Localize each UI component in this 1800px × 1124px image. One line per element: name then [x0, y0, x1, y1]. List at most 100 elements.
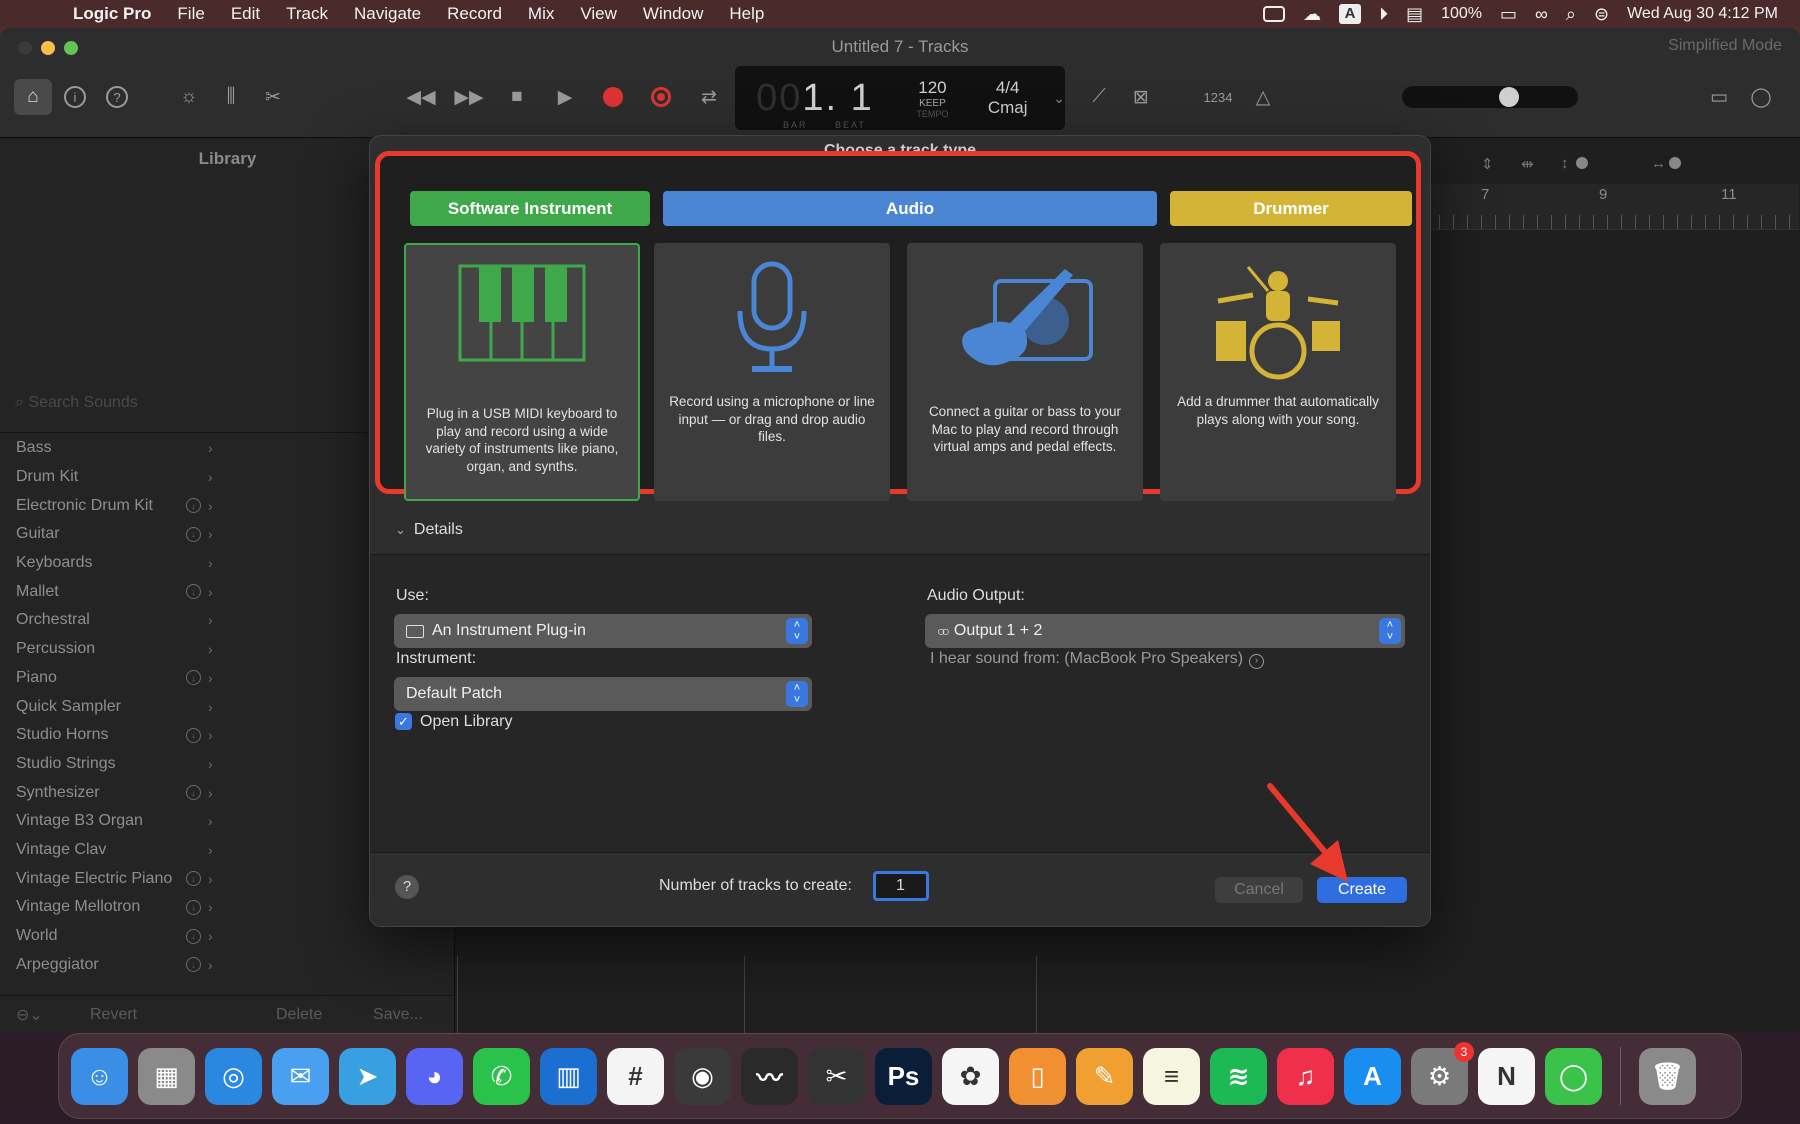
dock-icon-logic-pro[interactable]: ◉ [674, 1047, 731, 1105]
library-category-item[interactable]: Bass › [0, 434, 226, 463]
tab-software-instrument[interactable]: Software Instrument [410, 191, 650, 226]
library-icon[interactable]: ⌂ [14, 79, 52, 115]
menu-file[interactable]: File [164, 4, 217, 24]
list-editors-icon[interactable]: ▭ [1700, 79, 1738, 115]
details-disclosure[interactable]: ⌄ Details [395, 521, 463, 539]
tempo-display[interactable]: 120 KEEP TEMPO [895, 78, 970, 119]
library-category-item[interactable]: Vintage B3 Organ › [0, 807, 226, 836]
play-icon[interactable]: ▶ [546, 79, 584, 115]
library-category-item[interactable]: Piano ↓ › [0, 664, 226, 693]
software-instrument-card[interactable]: Plug in a USB MIDI keyboard to play and … [404, 243, 640, 501]
dock-icon-safari[interactable]: ◎ [205, 1047, 262, 1105]
menu-app-name[interactable]: Logic Pro [60, 4, 164, 24]
play-circle-icon[interactable]: ⏵ [1379, 4, 1388, 25]
download-icon[interactable]: ↓ [186, 785, 201, 801]
rewind-icon[interactable]: ◀◀ [402, 79, 440, 115]
arrow-right-circle-icon[interactable]: › [1249, 654, 1265, 669]
open-library-checkbox[interactable]: ✓ [395, 713, 412, 730]
library-category-item[interactable]: Percussion › [0, 635, 226, 664]
menu-track[interactable]: Track [273, 4, 341, 24]
microphone-card[interactable]: Record using a microphone or line input … [654, 243, 890, 501]
hear-sound-from[interactable]: I hear sound from: (MacBook Pro Speakers… [930, 650, 1265, 669]
inspector-icon[interactable]: i [56, 79, 94, 115]
editors-scissors-icon[interactable]: ✂ [254, 79, 292, 115]
mixer-icon[interactable]: ⫼ [212, 79, 250, 115]
vertical-zoom-icon[interactable]: ⇕ [1481, 155, 1494, 173]
solo-icon[interactable]: ⊠ [1122, 79, 1160, 115]
dock-icon-messages[interactable]: ◯ [1545, 1047, 1602, 1105]
simplified-mode-toggle[interactable]: Simplified Mode [1668, 37, 1782, 55]
library-action-menu-icon[interactable]: ⊖⌄ [16, 1005, 43, 1025]
lcd-display[interactable]: 001. 1 BAR BEAT 120 KEEP TEMPO 4/4 Cmaj … [735, 66, 1065, 130]
download-icon[interactable]: ↓ [186, 498, 201, 514]
stop-icon[interactable]: ■ [498, 79, 536, 115]
library-category-item[interactable]: Synthesizer ↓ › [0, 778, 226, 807]
cloud-icon[interactable]: ☁ [1303, 4, 1321, 25]
dock-icon-system-settings[interactable]: ⚙ 3 [1411, 1041, 1474, 1105]
dock-icon-launchpad[interactable]: ▦ [138, 1047, 195, 1105]
delete-button[interactable]: Delete [276, 1006, 322, 1024]
save-patch-button[interactable]: Save... [373, 1006, 423, 1024]
library-category-item[interactable]: Arpeggiator ↓ › [0, 950, 226, 979]
menu-clock[interactable]: Wed Aug 30 4:12 PM [1627, 5, 1778, 23]
dock-icon-pages[interactable]: ✎ [1076, 1047, 1133, 1105]
count-in-button[interactable]: 1234 [1196, 79, 1240, 115]
capture-record-icon[interactable] [642, 79, 680, 115]
download-icon[interactable]: ↓ [186, 727, 201, 743]
timeline-ruler[interactable]: 7 9 11 [1411, 184, 1799, 230]
num-tracks-input[interactable]: 1 [873, 871, 929, 901]
smart-controls-icon[interactable]: ☼ [170, 79, 208, 115]
dock-icon-notes[interactable]: ≡ [1143, 1047, 1200, 1105]
metronome-icon[interactable]: △ [1244, 79, 1282, 115]
dock-icon-final-cut-pro[interactable]: ✂ [808, 1047, 865, 1105]
control-center-icon[interactable]: ⊜ [1594, 4, 1609, 25]
library-category-item[interactable]: Vintage Electric Piano ↓ › [0, 864, 226, 893]
dock-icon-music[interactable]: ♫ [1277, 1047, 1334, 1105]
dock-icon-spotify[interactable]: ≋ [1210, 1047, 1267, 1105]
vertical-size-icon[interactable]: ↕ [1561, 155, 1569, 172]
guitar-card[interactable]: Connect a guitar or bass to your Mac to … [907, 243, 1143, 501]
library-category-item[interactable]: Drum Kit › [0, 463, 226, 492]
fast-forward-icon[interactable]: ▶▶ [450, 79, 488, 115]
dock-icon-discord[interactable]: ◕ [406, 1047, 463, 1105]
tuner-icon[interactable]: ⟋ [1080, 79, 1118, 115]
spotlight-search-icon[interactable]: ⌕ [1566, 4, 1576, 25]
menu-window[interactable]: Window [630, 4, 716, 24]
dock-icon-whatsapp[interactable]: ✆ [473, 1047, 530, 1105]
download-icon[interactable]: ↓ [186, 928, 201, 944]
menu-mix[interactable]: Mix [515, 4, 567, 24]
horizontal-fit-icon[interactable]: ⇹ [1521, 155, 1534, 173]
browsers-icon[interactable]: ◯ [1742, 79, 1780, 115]
record-icon[interactable] [594, 79, 632, 115]
dock-icon-trello[interactable]: ▥ [540, 1047, 597, 1105]
dock-icon-finder[interactable]: ☺ [71, 1047, 128, 1105]
quick-help-icon[interactable]: ? [98, 79, 136, 115]
dock-icon-notion[interactable]: N [1478, 1047, 1535, 1105]
dock-icon-telegram[interactable]: ➤ [339, 1047, 396, 1105]
use-popup[interactable]: An Instrument Plug-in ˄ ˅ [394, 614, 812, 648]
download-icon[interactable]: ↓ [186, 871, 201, 887]
master-volume-slider[interactable] [1402, 86, 1578, 108]
menu-record[interactable]: Record [434, 4, 515, 24]
memory-icon[interactable]: ▤ [1406, 4, 1423, 25]
menu-edit[interactable]: Edit [218, 4, 273, 24]
tab-drummer[interactable]: Drummer [1170, 191, 1412, 226]
library-category-item[interactable]: Vintage Clav › [0, 836, 226, 865]
library-category-item[interactable]: Mallet ↓ › [0, 577, 226, 606]
dock-icon-waveform[interactable]: 〰 [741, 1047, 798, 1105]
library-category-item[interactable]: Studio Horns ↓ › [0, 721, 226, 750]
tab-audio[interactable]: Audio [663, 191, 1157, 226]
input-source-icon[interactable]: A [1339, 4, 1362, 24]
library-category-item[interactable]: Guitar ↓ › [0, 520, 226, 549]
download-icon[interactable]: ↓ [186, 584, 201, 600]
link-icon[interactable]: ∞ [1535, 4, 1548, 25]
menu-help[interactable]: Help [716, 4, 777, 24]
library-category-item[interactable]: Vintage Mellotron ↓ › [0, 893, 226, 922]
cycle-icon[interactable]: ⇄ [690, 79, 728, 115]
display-icon[interactable] [1263, 6, 1286, 22]
library-category-item[interactable]: Orchestral › [0, 606, 226, 635]
help-button[interactable]: ? [395, 875, 419, 899]
vertical-zoom-slider[interactable] [1576, 157, 1588, 169]
dock-icon-mail[interactable]: ✉ [272, 1047, 329, 1105]
download-icon[interactable]: ↓ [186, 526, 201, 542]
